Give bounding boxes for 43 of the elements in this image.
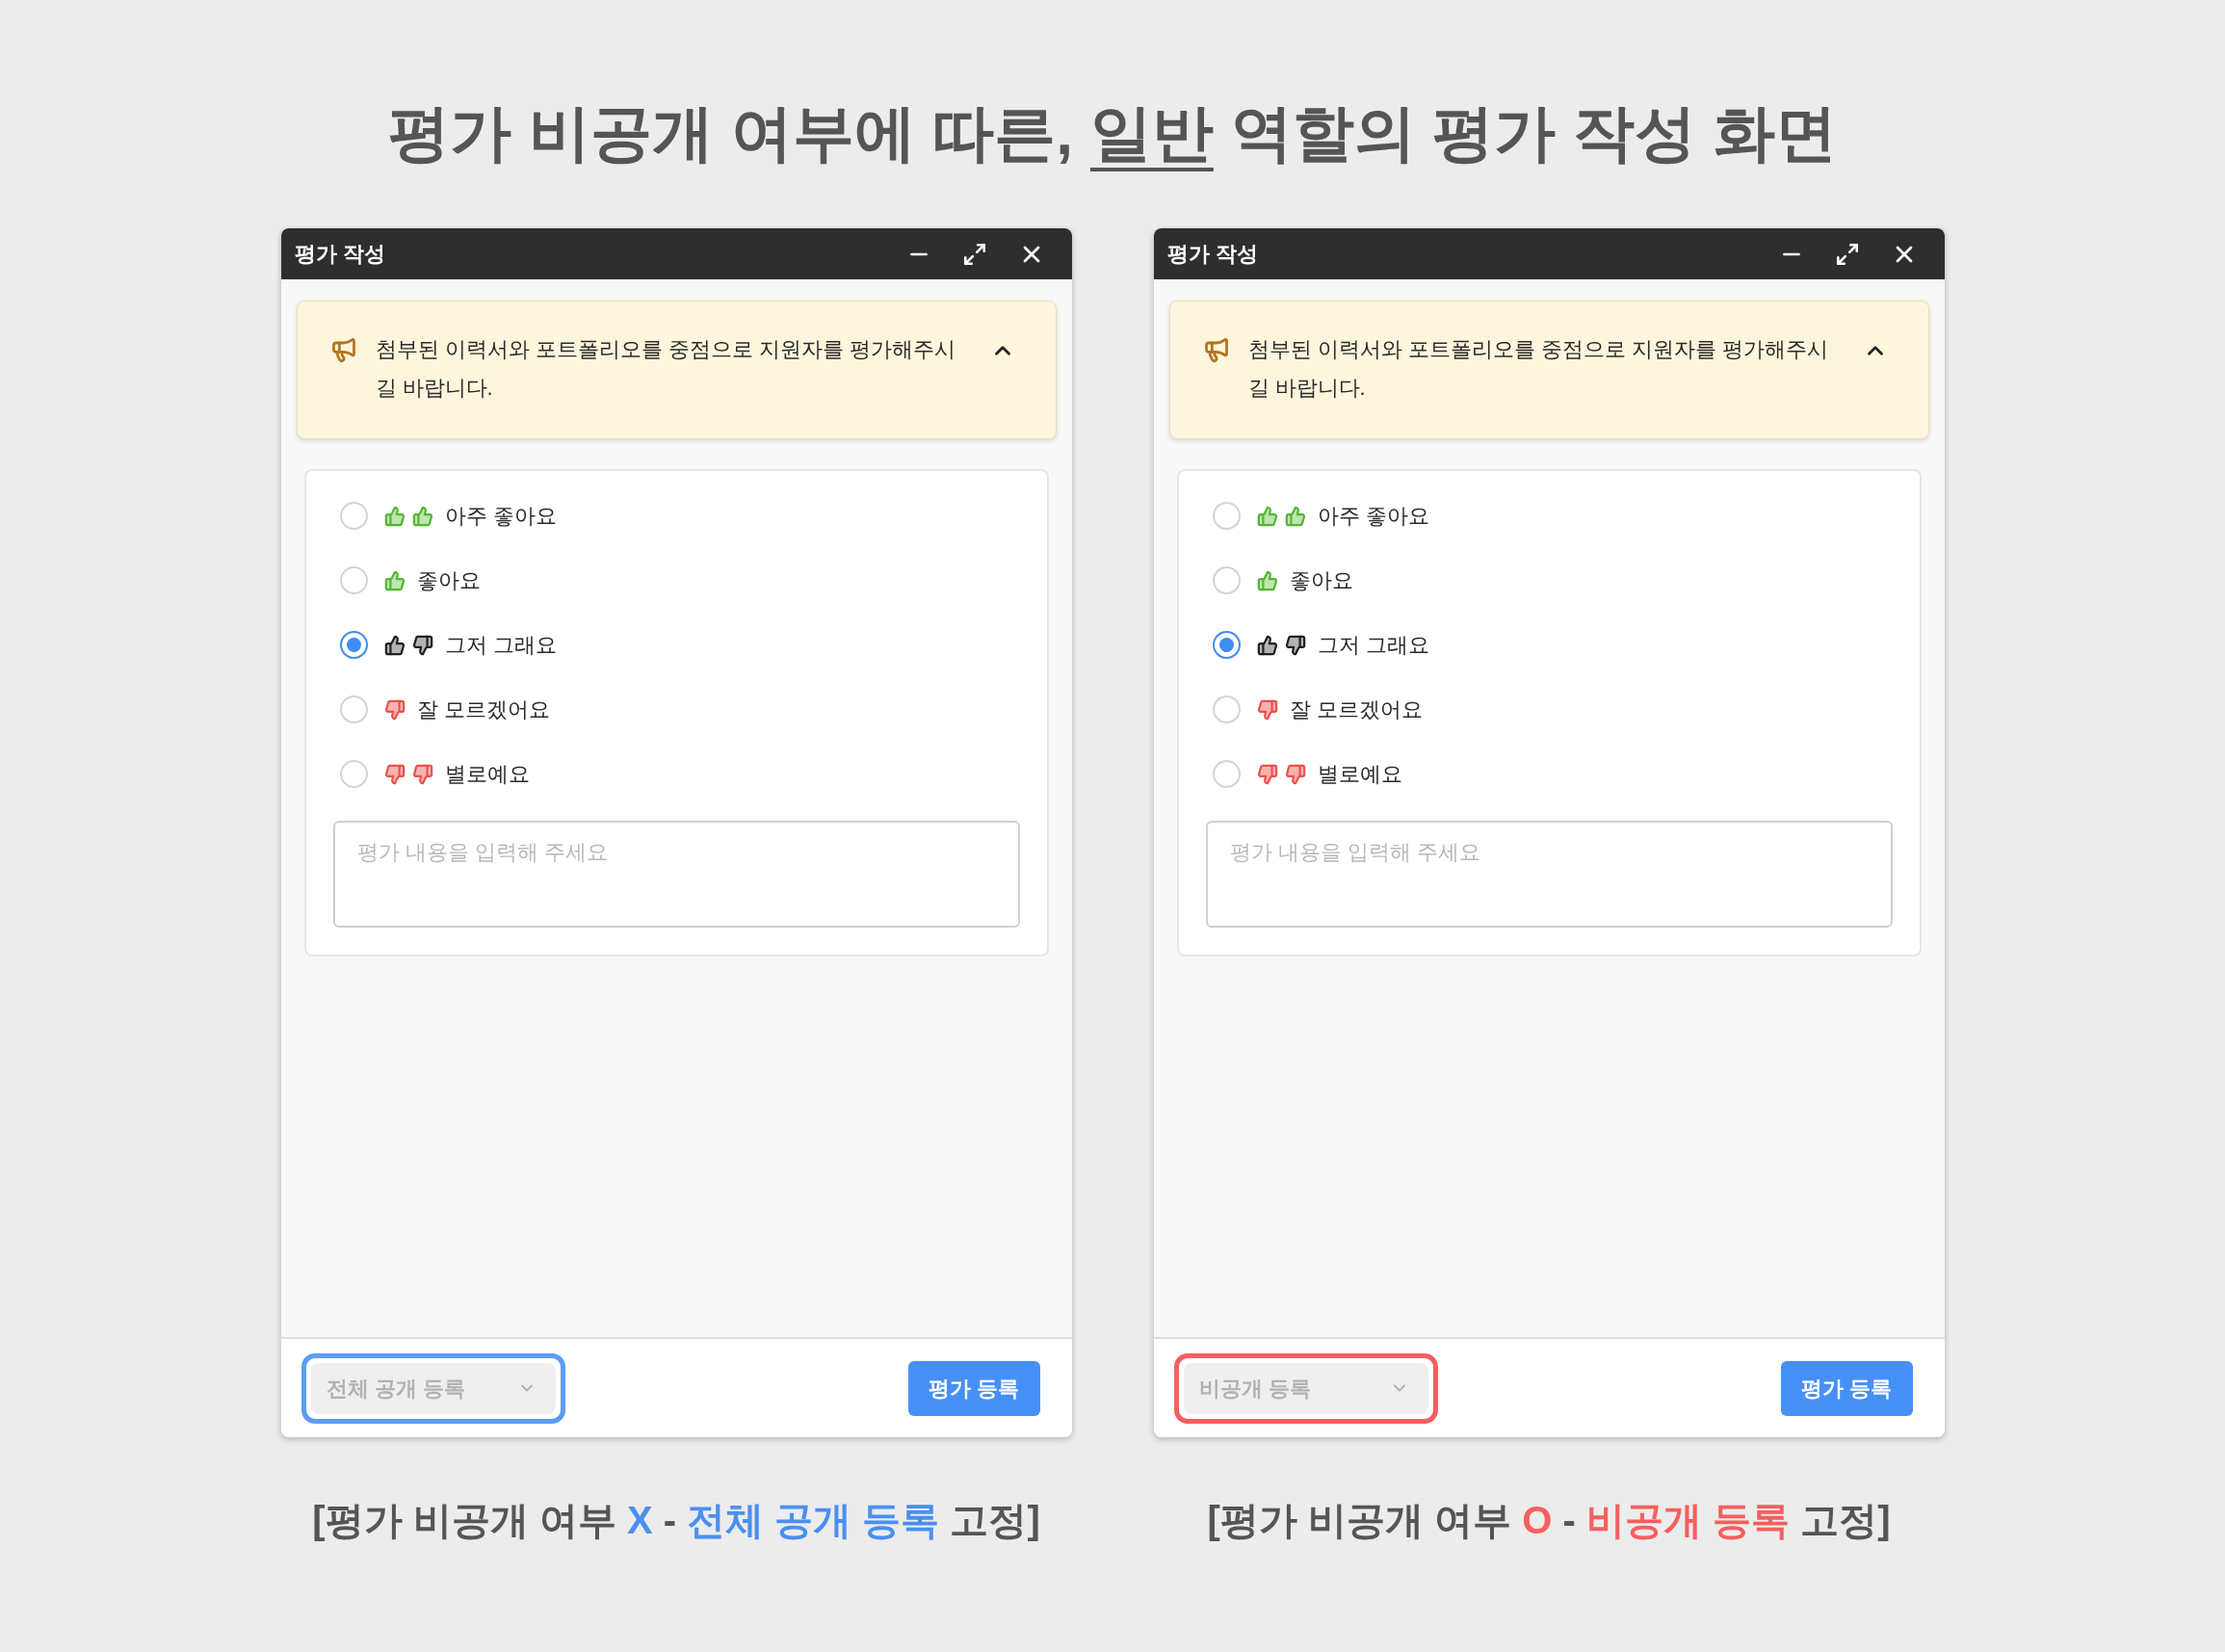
option-label: 좋아요: [416, 567, 481, 594]
option-label: 좋아요: [1289, 567, 1353, 594]
thumbs-up-icon: [1256, 634, 1278, 656]
notice-text: 첨부된 이력서와 포트폴리오를 중점으로 지원자를 평가해주시길 바랍니다.: [375, 336, 957, 402]
thumbs-down-icon: [1256, 698, 1278, 721]
thumbs-up-icon: [383, 505, 406, 527]
thumbs-down-icon: [383, 763, 406, 785]
expand-icon[interactable]: [1834, 241, 1860, 267]
option-label: 그저 그래요: [1317, 632, 1429, 659]
thumbs-up-icon: [383, 569, 406, 591]
submit-button[interactable]: 평가 등록: [1781, 1360, 1913, 1416]
option-label: 별로예요: [1317, 761, 1402, 788]
thumbs-down-icon: [411, 763, 433, 785]
option-label: 아주 좋아요: [1317, 503, 1429, 530]
option-label: 그저 그래요: [444, 632, 557, 659]
caption-text: [평가 비공개 여부 X - 전체 공개 등록 고정]: [312, 1498, 1040, 1543]
expand-icon[interactable]: [961, 241, 987, 267]
thumbs-down-icon: [1284, 763, 1306, 785]
page-heading: 평가 비공개 여부에 따른, 일반 역할의 평가 작성 화면: [388, 97, 1837, 170]
megaphone-icon: [329, 336, 357, 363]
caption-text: [평가 비공개 여부 O - 비공개 등록 고정]: [1207, 1498, 1891, 1543]
window-title: 평가 작성: [1166, 241, 1258, 268]
thumbs-down-icon: [1284, 634, 1306, 656]
radio-button[interactable]: [1212, 631, 1241, 659]
comment-input[interactable]: 평가 내용을 입력해 주세요: [1205, 821, 1893, 928]
thumbs-up-icon: [1256, 569, 1278, 591]
option-label: 잘 모르겠어요: [1289, 696, 1423, 723]
notice-text: 첨부된 이력서와 포트폴리오를 중점으로 지원자를 평가해주시길 바랍니다.: [1247, 336, 1830, 402]
thumbs-up-icon: [1284, 505, 1306, 527]
thumbs-up-icon: [383, 634, 406, 656]
megaphone-icon: [1202, 336, 1230, 363]
comment-input[interactable]: 평가 내용을 입력해 주세요: [332, 821, 1020, 928]
submit-button[interactable]: 평가 등록: [908, 1360, 1040, 1416]
option-label: 아주 좋아요: [444, 503, 557, 530]
radio-button[interactable]: [339, 631, 368, 659]
window-title: 평가 작성: [294, 241, 385, 268]
thumbs-up-icon: [1256, 505, 1278, 527]
thumbs-down-icon: [1256, 763, 1278, 785]
option-label: 잘 모르겠어요: [416, 696, 550, 723]
thumbs-up-icon: [411, 505, 433, 527]
thumbs-down-icon: [383, 698, 406, 721]
option-label: 별로예요: [444, 761, 530, 788]
thumbs-down-icon: [411, 634, 433, 656]
